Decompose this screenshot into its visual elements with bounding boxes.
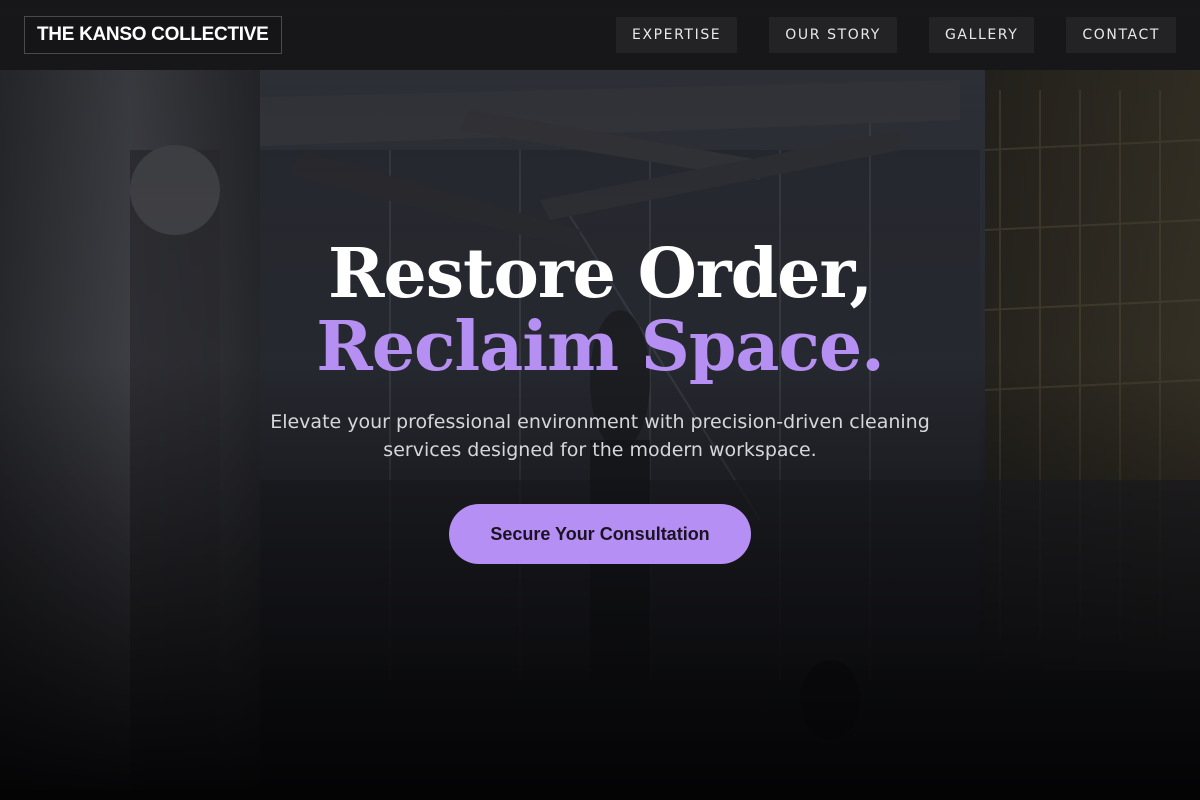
site-header: THE KANSO COLLECTIVE EXPERTISE OUR STORY…	[0, 0, 1200, 70]
landing-page: THE KANSO COLLECTIVE EXPERTISE OUR STORY…	[0, 0, 1200, 800]
secure-consultation-button[interactable]: Secure Your Consultation	[449, 504, 751, 564]
hero-subtitle: Elevate your professional environment wi…	[270, 411, 930, 461]
brand-logo[interactable]: THE KANSO COLLECTIVE	[24, 16, 282, 54]
main-navigation: EXPERTISE OUR STORY GALLERY CONTACT	[616, 17, 1176, 53]
hero-section: Restore Order, Reclaim Space. Elevate yo…	[0, 236, 1200, 564]
nav-item-expertise[interactable]: EXPERTISE	[616, 17, 738, 53]
hero-headline-line-2: Reclaim Space.	[316, 307, 885, 387]
nav-item-our-story[interactable]: OUR STORY	[769, 17, 897, 53]
hero-headline-line-1: Restore Order,	[327, 234, 873, 314]
nav-item-gallery[interactable]: GALLERY	[928, 17, 1035, 53]
nav-item-contact[interactable]: CONTACT	[1066, 17, 1176, 53]
